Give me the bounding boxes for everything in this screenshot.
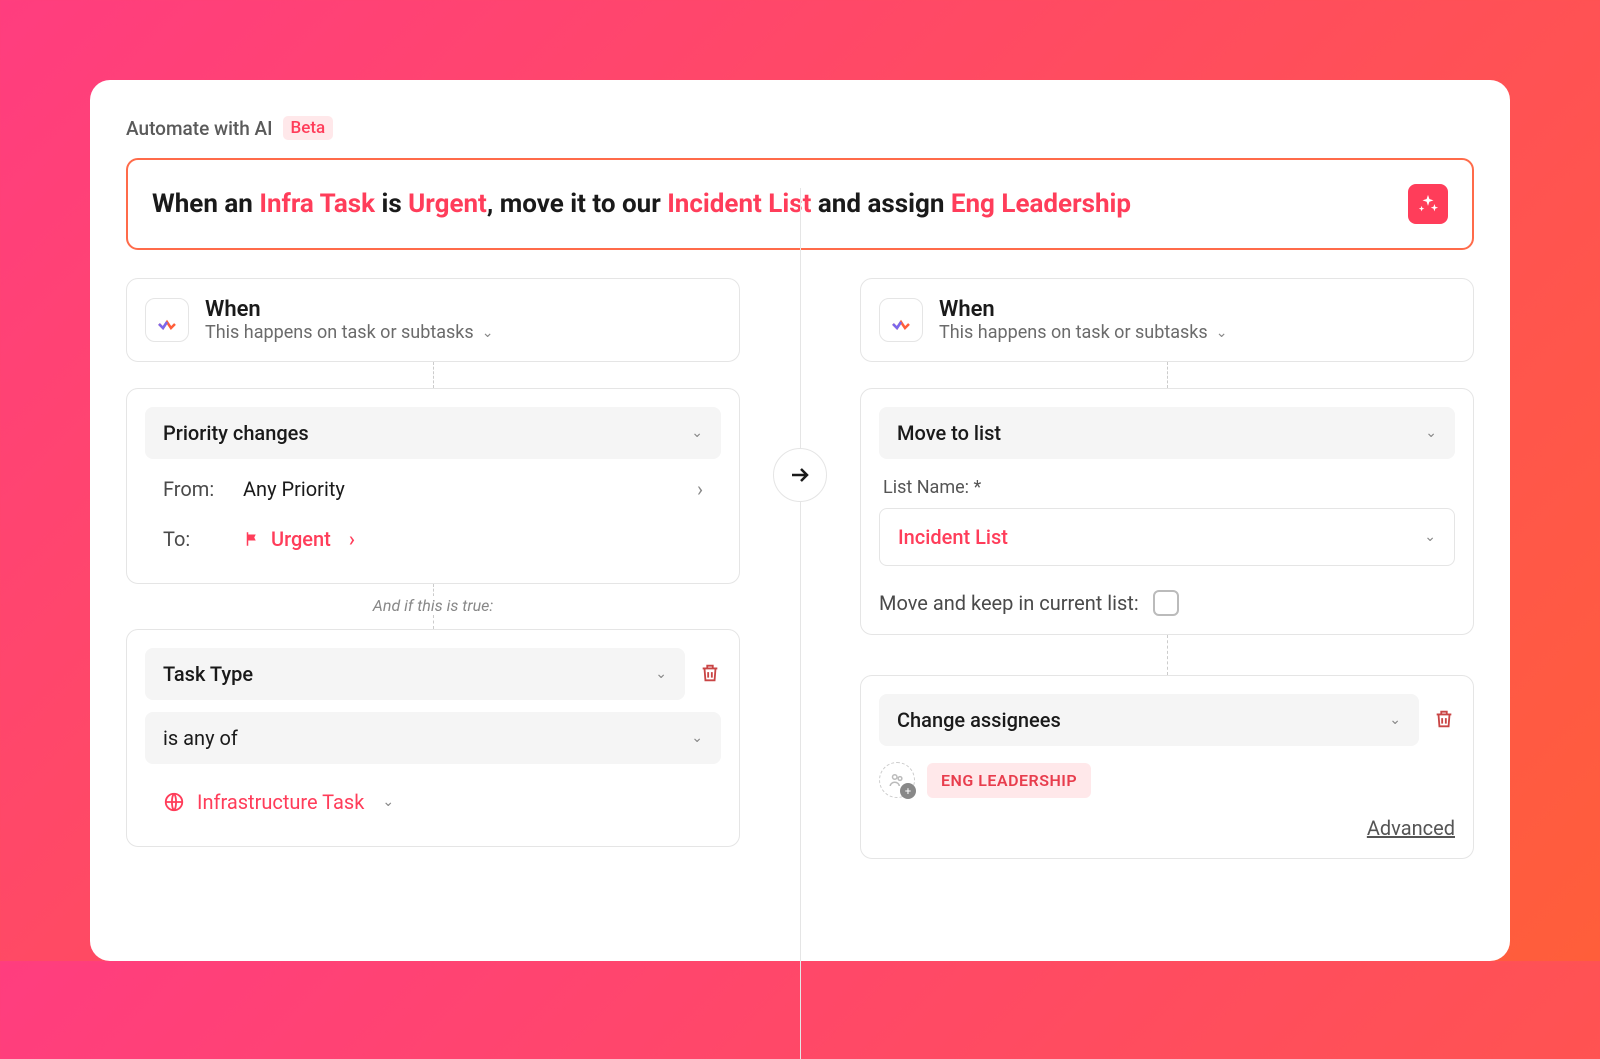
trigger-type-select[interactable]: Priority changes ⌄	[145, 407, 721, 459]
connector-line	[1167, 635, 1168, 675]
chevron-down-icon: ⌄	[655, 666, 667, 682]
globe-icon	[163, 791, 185, 813]
keep-in-list-checkbox[interactable]	[1153, 590, 1179, 616]
prompt-text: When an Infra Task is Urgent, move it to…	[152, 189, 1131, 219]
clickup-logo-icon	[879, 298, 923, 342]
sparkle-icon	[1417, 193, 1439, 215]
action-type-select[interactable]: Move to list ⌄	[879, 407, 1455, 459]
condition-field-select[interactable]: Task Type ⌄	[145, 648, 685, 700]
condition-value-select[interactable]: Infrastructure Task ⌄	[145, 776, 721, 828]
condition-card: Task Type ⌄ is any of ⌄ Infrastructure T…	[126, 629, 740, 847]
when-subtitle[interactable]: This happens on task or subtasks ⌄	[205, 322, 493, 343]
delete-action-button[interactable]	[1433, 708, 1455, 734]
header-title: Automate with AI	[126, 117, 273, 140]
chevron-down-icon: ⌄	[1424, 529, 1436, 545]
chevron-down-icon: ⌄	[1216, 325, 1228, 341]
priority-to-row[interactable]: To: Urgent ›	[145, 509, 721, 565]
list-name-label: List Name: *	[883, 477, 1455, 498]
trash-icon	[1433, 708, 1455, 730]
delete-condition-button[interactable]	[699, 662, 721, 688]
when-card-left[interactable]: When This happens on task or subtasks ⌄	[126, 278, 740, 362]
when-title: When	[205, 297, 493, 322]
move-to-list-card: Move to list ⌄ List Name: * Incident Lis…	[860, 388, 1474, 635]
chevron-down-icon: ⌄	[1425, 425, 1437, 441]
generate-button[interactable]	[1408, 184, 1448, 224]
chevron-right-icon: ›	[697, 477, 703, 501]
priority-from-row[interactable]: From: Any Priority ›	[145, 459, 721, 509]
chevron-right-icon: ›	[349, 527, 355, 551]
connector-line	[433, 615, 434, 629]
chevron-down-icon: ⌄	[691, 730, 703, 746]
trigger-card: Priority changes ⌄ From: Any Priority › …	[126, 388, 740, 584]
flag-icon	[243, 530, 261, 548]
clickup-logo-icon	[145, 298, 189, 342]
when-card-right[interactable]: When This happens on task or subtasks ⌄	[860, 278, 1474, 362]
list-name-select[interactable]: Incident List ⌄	[879, 508, 1455, 566]
condition-connector-label: And if this is true:	[365, 596, 501, 615]
assignee-chip[interactable]: ENG LEADERSHIP	[927, 763, 1091, 798]
chevron-down-icon: ⌄	[1389, 712, 1401, 728]
advanced-link[interactable]: Advanced	[879, 816, 1455, 840]
chevron-down-icon: ⌄	[691, 425, 703, 441]
arrow-icon	[773, 448, 827, 502]
condition-operator-select[interactable]: is any of ⌄	[145, 712, 721, 764]
modal-header: Automate with AI Beta	[126, 116, 1474, 140]
when-subtitle[interactable]: This happens on task or subtasks ⌄	[939, 322, 1227, 343]
beta-badge: Beta	[283, 116, 334, 140]
connector-line	[1167, 362, 1168, 388]
when-title: When	[939, 297, 1227, 322]
assignee-action-select[interactable]: Change assignees ⌄	[879, 694, 1419, 746]
change-assignees-card: Change assignees ⌄ + ENG LEADERSHIP	[860, 675, 1474, 859]
column-divider	[800, 188, 801, 1059]
keep-in-list-option[interactable]: Move and keep in current list:	[879, 590, 1455, 616]
plus-badge-icon: +	[900, 783, 916, 799]
connector-line	[433, 362, 434, 388]
chevron-down-icon: ⌄	[382, 794, 394, 810]
automation-modal: Automate with AI Beta When an Infra Task…	[90, 80, 1510, 961]
action-column: When This happens on task or subtasks ⌄ …	[800, 278, 1474, 859]
chevron-down-icon: ⌄	[482, 325, 494, 341]
trigger-column: When This happens on task or subtasks ⌄ …	[126, 278, 800, 859]
trash-icon	[699, 662, 721, 684]
add-assignee-button[interactable]: +	[879, 762, 915, 798]
